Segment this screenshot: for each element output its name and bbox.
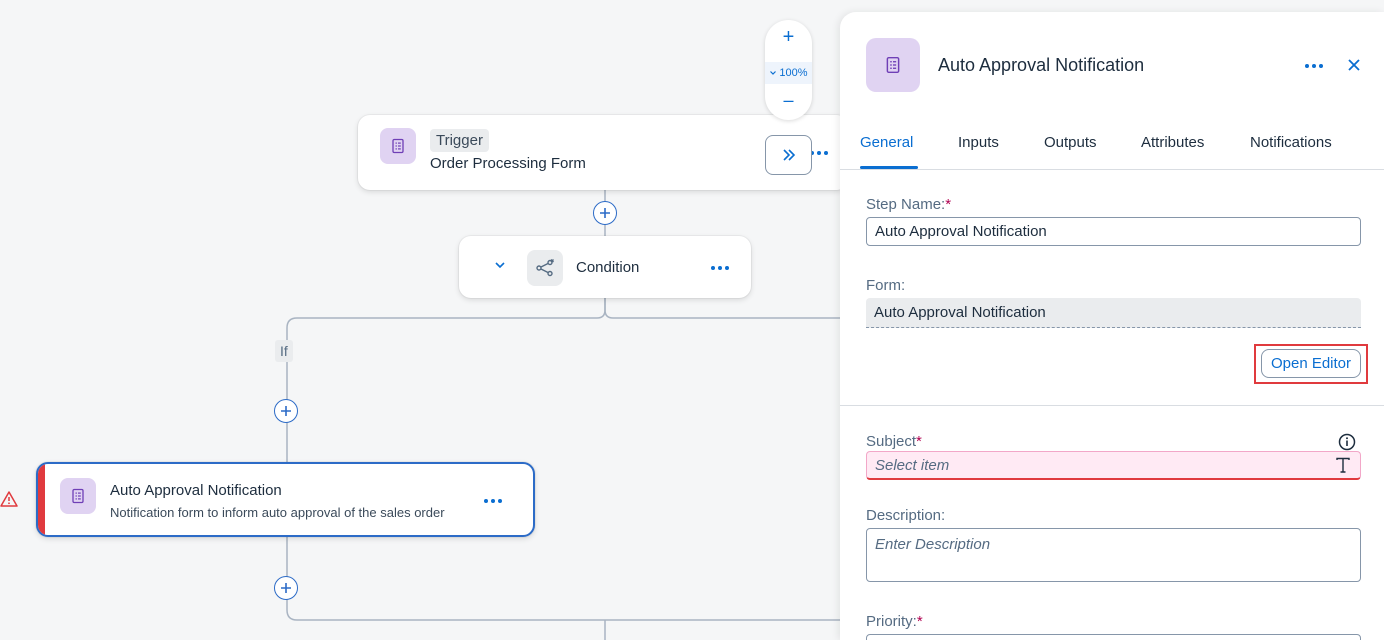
step-title: Auto Approval Notification	[110, 482, 282, 499]
double-chevron-right-icon	[782, 149, 795, 161]
step-details-panel: Auto Approval Notification General Input…	[840, 12, 1384, 640]
zoom-out-button[interactable]: –	[765, 90, 812, 111]
subject-label: Subject*	[866, 433, 922, 450]
required-marker: *	[945, 196, 952, 213]
error-indicator	[38, 464, 45, 535]
description-placeholder: Enter Description	[875, 536, 991, 553]
form-label: Form:	[866, 277, 906, 294]
panel-title: Auto Approval Notification	[938, 55, 1145, 75]
trigger-more-button[interactable]	[810, 151, 828, 155]
add-step-button[interactable]	[274, 576, 298, 600]
description-textarea[interactable]: Enter Description	[866, 528, 1361, 582]
condition-node[interactable]: Condition	[459, 236, 751, 298]
branch-label: If	[275, 340, 293, 362]
chevron-down-icon[interactable]	[493, 258, 507, 272]
zoom-level-value: 100%	[779, 67, 808, 79]
tab-outputs[interactable]: Outputs	[1044, 134, 1097, 151]
priority-label: Priority:*	[866, 613, 923, 630]
chevron-down-icon	[770, 71, 777, 75]
panel-tabs: General Inputs Outputs Attributes Notifi…	[840, 124, 1384, 170]
tab-attributes[interactable]: Attributes	[1141, 134, 1204, 151]
step-name-value: Auto Approval Notification	[875, 223, 1047, 240]
required-marker: *	[916, 433, 922, 450]
text-format-icon[interactable]	[1334, 456, 1352, 474]
subject-label-text: Subject	[866, 433, 917, 450]
tab-notifications[interactable]: Notifications	[1250, 134, 1332, 151]
tab-inputs[interactable]: Inputs	[958, 134, 999, 151]
form-icon	[60, 478, 96, 514]
workflow-canvas[interactable]: Trigger Order Processing Form + 100% – C…	[0, 0, 840, 640]
add-step-button[interactable]	[593, 201, 617, 225]
active-tab-indicator	[860, 166, 918, 169]
trigger-tag: Trigger	[430, 129, 489, 152]
zoom-control: + 100% –	[765, 20, 812, 120]
form-icon	[380, 128, 416, 164]
tab-general[interactable]: General	[860, 134, 913, 151]
step-more-button[interactable]	[484, 499, 502, 503]
section-divider	[840, 405, 1384, 406]
step-node-auto-approval[interactable]: Auto Approval Notification Notification …	[36, 462, 535, 537]
plus-icon	[281, 406, 291, 416]
priority-select[interactable]	[866, 634, 1361, 640]
step-name-label: Step Name:*	[866, 196, 951, 213]
trigger-title: Order Processing Form	[430, 155, 586, 172]
panel-more-button[interactable]	[1305, 64, 1323, 68]
plus-icon	[600, 208, 610, 218]
step-description: Notification form to inform auto approva…	[110, 505, 445, 520]
priority-label-text: Priority:	[866, 613, 917, 630]
collapse-panel-button[interactable]	[765, 135, 812, 175]
plus-icon	[281, 583, 291, 593]
zoom-level-dropdown[interactable]: 100%	[765, 62, 812, 84]
subject-placeholder: Select item	[875, 456, 950, 474]
form-field: Auto Approval Notification	[866, 298, 1361, 328]
required-marker: *	[916, 613, 923, 630]
form-value: Auto Approval Notification	[874, 304, 1046, 321]
description-label: Description:	[866, 507, 946, 524]
connector-lines	[286, 190, 840, 640]
warning-icon	[0, 491, 18, 507]
close-icon[interactable]	[1347, 58, 1361, 72]
condition-title: Condition	[576, 259, 640, 276]
info-icon[interactable]	[1338, 433, 1356, 451]
condition-icon	[527, 250, 563, 286]
step-name-input[interactable]: Auto Approval Notification	[866, 217, 1361, 246]
zoom-in-button[interactable]: +	[765, 26, 812, 49]
add-step-button[interactable]	[274, 399, 298, 423]
subject-select[interactable]: Select item	[866, 451, 1361, 480]
open-editor-button[interactable]: Open Editor	[1261, 349, 1361, 378]
condition-more-button[interactable]	[711, 266, 729, 270]
form-icon	[866, 38, 920, 92]
step-name-label-text: Step Name:	[866, 196, 946, 213]
